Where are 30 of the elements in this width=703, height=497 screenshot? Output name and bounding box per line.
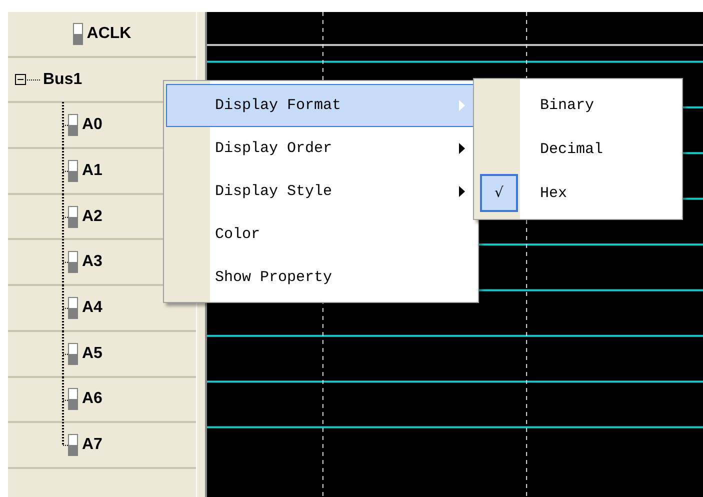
- signal-icon: [68, 342, 78, 365]
- signal-name: A2: [82, 208, 102, 226]
- menu-item[interactable]: Display Style: [166, 170, 476, 213]
- submenu-item[interactable]: √ Hex: [477, 171, 679, 215]
- menu-item[interactable]: Display Order: [166, 127, 476, 170]
- menu-item[interactable]: Display Format: [166, 84, 476, 127]
- collapse-icon[interactable]: [15, 74, 26, 86]
- signal-name: A7: [82, 436, 102, 454]
- signal-name: A4: [82, 298, 102, 317]
- check-mark: √: [480, 174, 518, 212]
- signal-name: A5: [82, 344, 102, 363]
- submenu-item[interactable]: Decimal: [477, 127, 679, 171]
- signal-icon: [68, 251, 78, 274]
- signal-icon: [68, 114, 78, 136]
- tree-line: [26, 78, 40, 81]
- signal-icon: [68, 434, 78, 456]
- signal-icon: [72, 22, 83, 45]
- bus-name: Bus1: [43, 70, 82, 89]
- signal-icon: [68, 160, 78, 182]
- signal-name: A3: [82, 253, 102, 272]
- signal-icon: [68, 296, 78, 319]
- signal-name: A6: [82, 390, 102, 408]
- menu-item[interactable]: Color: [166, 213, 476, 256]
- submenu-item[interactable]: Binary: [477, 83, 679, 127]
- signal-name: A1: [82, 162, 102, 180]
- signal-name: A0: [82, 116, 102, 134]
- signal-name: ACLK: [86, 24, 132, 43]
- menu-item[interactable]: Show Property: [166, 256, 476, 299]
- signal-icon: [68, 206, 78, 228]
- signal-icon: [68, 388, 78, 410]
